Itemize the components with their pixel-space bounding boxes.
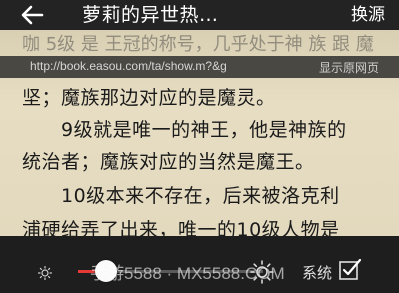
system-brightness-checkbox[interactable] xyxy=(338,258,362,282)
text-line: 10级本来不存在，后来被洛克利 xyxy=(22,185,340,207)
faded-text-line: 咖 5级 是 王冠的称号，几乎处于神 族 跟 魔 xyxy=(22,34,374,55)
top-bar: 萝莉的异世热… 换源 xyxy=(0,0,399,30)
back-arrow-icon xyxy=(21,5,44,25)
text-line: 9级就是唯一的神王，他是神族的 xyxy=(22,119,347,141)
text-line: 浦硬给弄了出来，唯一的10级人物是 xyxy=(22,219,340,236)
change-source-button[interactable]: 换源 xyxy=(351,4,385,26)
back-button[interactable] xyxy=(18,4,46,26)
brightness-high-icon xyxy=(250,260,274,284)
text-line: 统治者；魔族对应的当然是魔王。 xyxy=(22,151,315,173)
url-bar: http://book.easou.com/ta/show.m?&g 显示原网页 xyxy=(0,56,399,78)
brightness-low-icon xyxy=(38,266,52,280)
system-brightness-label: 系统 xyxy=(302,264,333,282)
reader-content[interactable]: 咖 5级 是 王冠的称号，几乎处于神 族 跟 魔 http://book.eas… xyxy=(0,30,399,236)
source-url: http://book.easou.com/ta/show.m?&g xyxy=(30,59,227,73)
text-line: 坚；魔族那边对应的是魔灵。 xyxy=(22,87,276,109)
show-original-web-button[interactable]: 显示原网页 xyxy=(319,59,379,76)
page-title: 萝莉的异世热… xyxy=(82,4,219,26)
